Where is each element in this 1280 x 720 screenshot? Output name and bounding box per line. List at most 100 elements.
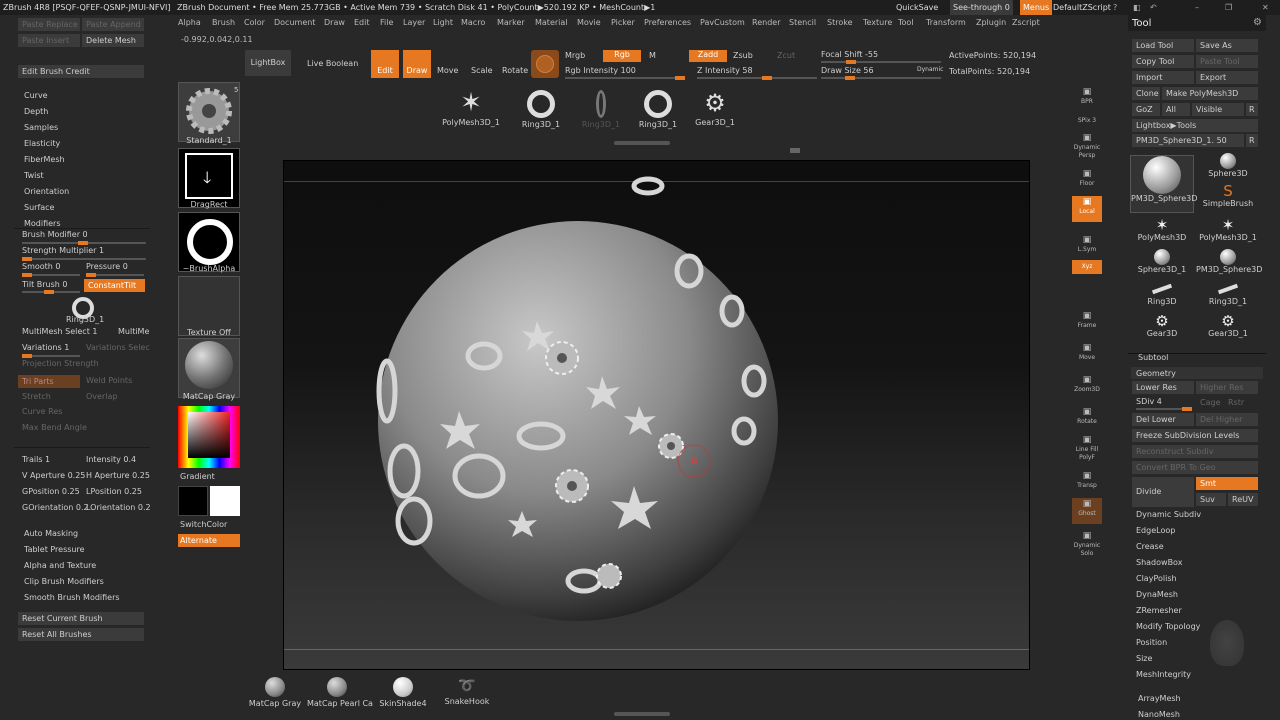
save-as-button[interactable]: Save As — [1196, 39, 1258, 52]
shelf-xyz[interactable]: Xyz — [1072, 260, 1102, 274]
menu-alpha[interactable]: Alpha — [178, 18, 201, 27]
z-intensity-slider[interactable]: Z Intensity 58 — [697, 66, 753, 75]
paste-tool-button[interactable]: Paste Tool — [1196, 55, 1258, 68]
secondary-color-swatch[interactable] — [178, 486, 208, 516]
rstr-button[interactable]: Rstr — [1228, 398, 1244, 407]
shelf-frame[interactable]: ▣ Frame — [1072, 310, 1102, 336]
insert-scrollbar[interactable] — [614, 141, 670, 145]
gorientation-slider[interactable]: GOrientation 0.2 — [22, 503, 89, 512]
overlap-slider[interactable]: Overlap — [86, 392, 117, 401]
clone-button[interactable]: Clone — [1132, 87, 1160, 100]
mrgb-toggle[interactable]: Mrgb — [565, 51, 585, 60]
alpha-preview[interactable] — [178, 212, 240, 272]
section-surface[interactable]: Surface — [24, 200, 144, 216]
max-bend-angle-slider[interactable]: Max Bend Angle — [22, 423, 87, 432]
bottom-material-2[interactable]: SkinShade4 — [373, 675, 433, 713]
convert-bpr-button[interactable]: Convert BPR To Geo — [1132, 461, 1258, 474]
menu-stroke[interactable]: Stroke — [827, 18, 853, 27]
menu-draw[interactable]: Draw — [324, 18, 345, 27]
rotate-mode-button[interactable]: Rotate — [502, 66, 528, 75]
paste-append-button[interactable]: Paste Append — [82, 18, 144, 31]
sdiv-slider[interactable]: SDiv 4 — [1136, 397, 1162, 406]
main-color-swatch[interactable] — [210, 486, 240, 516]
edit-mode-button[interactable]: Edit — [371, 50, 399, 78]
shelf-spix-3[interactable]: SPix 3 — [1072, 114, 1102, 128]
goz-r-button[interactable]: R — [1246, 103, 1258, 116]
tool-section-meshintegrity[interactable]: MeshIntegrity — [1136, 670, 1191, 679]
delete-mesh-button[interactable]: Delete Mesh — [82, 34, 144, 47]
rgb-toggle[interactable]: Rgb — [603, 50, 641, 62]
reset-current-brush-button[interactable]: Reset Current Brush — [18, 612, 144, 625]
menu-marker[interactable]: Marker — [497, 18, 525, 27]
menu-movie[interactable]: Movie — [577, 18, 601, 27]
tool-thumb-7[interactable]: Ring3D — [1130, 281, 1194, 313]
paste-replace-button[interactable]: Paste Replace — [18, 18, 80, 31]
section-smooth-brush-modifiers[interactable]: Smooth Brush Modifiers — [24, 590, 144, 606]
constant-tilt-toggle[interactable]: ConstantTilt — [84, 279, 145, 292]
alternate-toggle[interactable]: Alternate — [178, 534, 240, 547]
move-mode-button[interactable]: Move — [437, 66, 458, 75]
tool-section-dynamesh[interactable]: DynaMesh — [1136, 590, 1178, 599]
tool-thumb-4[interactable]: ✶ PolyMesh3D_1 — [1196, 217, 1260, 249]
menu-preferences[interactable]: Preferences — [644, 18, 691, 27]
menu-tool[interactable]: Tool — [898, 18, 914, 27]
section-elasticity[interactable]: Elasticity — [24, 136, 144, 152]
menu-render[interactable]: Render — [752, 18, 780, 27]
draw-size-slider[interactable]: Draw Size 56 — [821, 66, 874, 75]
menu-file[interactable]: File — [380, 18, 393, 27]
menu-brush[interactable]: Brush — [212, 18, 235, 27]
multimesh-select-slider[interactable]: MultiMesh Select 1 — [22, 327, 97, 336]
section-samples[interactable]: Samples — [24, 120, 144, 136]
quicksave-button[interactable]: QuickSave — [896, 0, 938, 15]
tool-section-shadowbox[interactable]: ShadowBox — [1136, 558, 1182, 567]
stroke-preview[interactable]: 🡓 — [178, 148, 240, 208]
smooth-slider[interactable]: Smooth 0 — [22, 262, 61, 271]
goz-visible-button[interactable]: Visible — [1192, 103, 1244, 116]
dynamic-toggle[interactable]: Dynamic — [917, 66, 943, 73]
restore-icon[interactable]: ❐ — [1225, 0, 1232, 15]
lower-res-button[interactable]: Lower Res — [1132, 381, 1194, 394]
divide-button[interactable]: Divide — [1132, 477, 1194, 507]
suv-toggle[interactable]: Suv — [1196, 493, 1226, 506]
color-picker[interactable] — [178, 406, 240, 468]
menu-light[interactable]: Light — [433, 18, 453, 27]
zadd-toggle[interactable]: Zadd — [689, 50, 727, 62]
lightbox-tools-button[interactable]: Lightbox▶Tools — [1132, 119, 1258, 132]
document-canvas[interactable] — [283, 160, 1030, 670]
texture-preview[interactable] — [178, 276, 240, 336]
reset-all-brushes-button[interactable]: Reset All Brushes — [18, 628, 144, 641]
tool-section-dynamic-subdiv[interactable]: Dynamic Subdiv — [1136, 510, 1201, 519]
shelf-rotate[interactable]: ▣ Rotate — [1072, 406, 1102, 432]
shelf-l-sym[interactable]: ▣ L.Sym — [1072, 234, 1102, 260]
tool-thumb-0[interactable]: PM3D_Sphere3D — [1130, 155, 1197, 213]
higher-res-button[interactable]: Higher Res — [1196, 381, 1258, 394]
tool-section-edgeloop[interactable]: EdgeLoop — [1136, 526, 1175, 535]
paste-insert-button[interactable]: Paste Insert — [18, 34, 80, 47]
menu-color[interactable]: Color — [244, 18, 265, 27]
zcut-toggle[interactable]: Zcut — [777, 51, 795, 60]
tool-section-position[interactable]: Position — [1136, 638, 1167, 647]
menu-macro[interactable]: Macro — [461, 18, 485, 27]
menu-pavcustom[interactable]: PavCustom — [700, 18, 745, 27]
variations-select-slider[interactable]: Variations Selec — [86, 343, 150, 352]
weld-points-toggle[interactable]: Weld Points — [86, 376, 132, 385]
current-tool-r-button[interactable]: R — [1246, 134, 1258, 147]
tool-thumb-5[interactable]: Sphere3D_1 — [1130, 249, 1194, 281]
tool-section-crease[interactable]: Crease — [1136, 542, 1164, 551]
tool-thumb-6[interactable]: PM3D_Sphere3D — [1196, 249, 1262, 281]
scale-mode-button[interactable]: Scale — [471, 66, 493, 75]
insert-mesh-0[interactable]: ✶ PolyMesh3D_1 — [441, 88, 501, 138]
curve-res-slider[interactable]: Curve Res — [22, 407, 62, 416]
h-aperture-slider[interactable]: H Aperture 0.25 — [86, 471, 150, 480]
section-twist[interactable]: Twist — [24, 168, 144, 184]
lightbox-button[interactable]: LightBox — [245, 50, 291, 76]
cage-button[interactable]: Cage — [1200, 398, 1221, 407]
shelf-dynamic-persp[interactable]: ▣ Dynamic Persp — [1072, 132, 1102, 159]
tool-section-size[interactable]: Size — [1136, 654, 1152, 663]
freeze-subdivision-button[interactable]: Freeze SubDivision Levels — [1132, 429, 1258, 442]
make-polymesh-button[interactable]: Make PolyMesh3D — [1162, 87, 1258, 100]
goz-all-button[interactable]: All — [1162, 103, 1190, 116]
focal-shift-slider[interactable]: Focal Shift -55 — [821, 50, 878, 59]
strength-multiplier-slider[interactable]: Strength Multiplier 1 — [22, 246, 104, 255]
shelf-line-fill-polyf[interactable]: ▣ Line Fill PolyF — [1072, 434, 1102, 461]
